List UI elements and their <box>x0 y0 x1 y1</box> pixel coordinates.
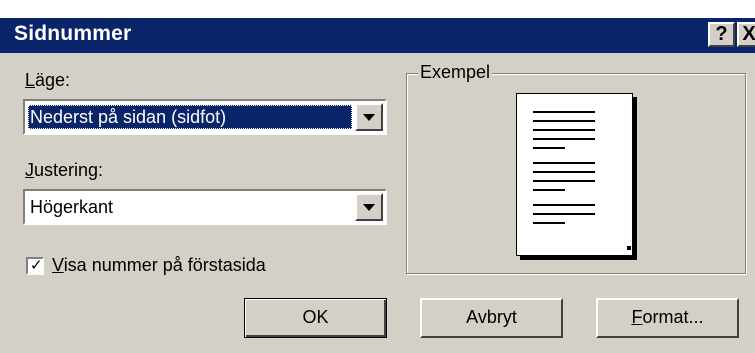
chevron-down-icon <box>363 114 375 121</box>
position-select[interactable]: Nederst på sidan (sidfot) <box>23 99 387 135</box>
ok-button[interactable]: OK <box>244 298 387 338</box>
show-number-first-page-checkbox[interactable]: ✓ <box>26 257 44 275</box>
close-button[interactable]: X <box>737 22 755 47</box>
help-icon: ? <box>715 23 728 45</box>
cancel-button[interactable]: Avbryt <box>420 298 563 338</box>
alignment-dropdown-button[interactable] <box>355 193 383 221</box>
preview-text-line <box>533 138 595 140</box>
preview-text-line <box>533 189 565 191</box>
preview-text-line <box>533 222 565 224</box>
page-preview-illustration <box>516 93 633 256</box>
preview-text-line <box>533 129 595 131</box>
preview-text-line <box>533 204 595 206</box>
checkmark-icon: ✓ <box>30 257 43 274</box>
position-dropdown-button[interactable] <box>355 103 383 131</box>
preview-text-line <box>533 180 595 182</box>
preview-text-line <box>533 120 595 122</box>
preview-text-line <box>533 162 595 164</box>
alignment-select[interactable]: Högerkant <box>23 189 387 225</box>
preview-text-line <box>533 147 565 149</box>
chevron-down-icon <box>363 204 375 211</box>
preview-text-line <box>533 213 595 215</box>
position-label: Läge: <box>25 70 71 90</box>
show-number-first-page-label[interactable]: Visa nummer på förstasida <box>52 255 266 276</box>
position-select-value: Nederst på sidan (sidfot) <box>28 105 352 129</box>
format-button[interactable]: Format... <box>596 298 739 338</box>
alignment-select-value: Högerkant <box>30 197 114 217</box>
page-number-marker <box>627 246 631 250</box>
dialog-title: Sidnummer <box>14 22 132 45</box>
preview-text-line <box>533 171 595 173</box>
close-icon: X <box>742 23 755 45</box>
title-bar[interactable]: Sidnummer ? X <box>0 18 755 53</box>
preview-legend: Exempel <box>418 62 493 83</box>
alignment-label: Justering: <box>25 160 104 180</box>
preview-text-line <box>533 111 595 113</box>
page-numbers-dialog: Sidnummer ? X Läge: Nederst på sidan (si… <box>0 18 755 353</box>
help-button[interactable]: ? <box>708 22 735 47</box>
